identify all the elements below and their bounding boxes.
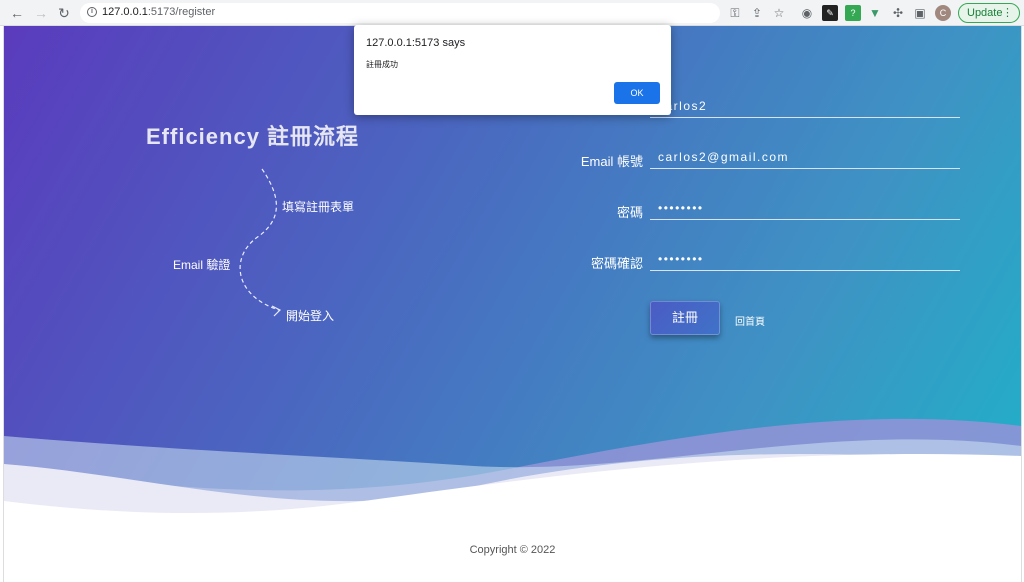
share-icon[interactable]: ⇪	[749, 5, 765, 21]
forward-icon[interactable]: →	[32, 4, 50, 22]
password-field[interactable]: ••••••••	[650, 196, 960, 220]
step-email-verify: Email 驗證	[173, 258, 231, 272]
email-label: Email 帳號	[580, 154, 643, 169]
extension-icon[interactable]: ?	[845, 5, 861, 21]
step-fill-form: 填寫註冊表單	[282, 200, 355, 214]
url-text: 127.0.0.1:5173/register	[102, 6, 216, 18]
home-link[interactable]: 回首頁	[735, 313, 765, 328]
browser-toolbar: ← → ↻ i 127.0.0.1:5173/register ⚿ ⇪ ☆ ◉ …	[0, 0, 1024, 26]
alert-dialog: 127.0.0.1:5173 says 註冊成功 OK	[354, 25, 671, 115]
ok-button[interactable]: OK	[614, 82, 660, 104]
password-label: 密碼	[616, 205, 643, 220]
puzzle-icon[interactable]: ✣	[890, 5, 906, 21]
dialog-title: 127.0.0.1:5173 says	[366, 37, 466, 49]
flow-path	[239, 168, 282, 317]
camera-icon[interactable]: ◉	[799, 5, 815, 21]
confirm-password-label: 密碼確認	[590, 256, 643, 271]
star-icon[interactable]: ☆	[771, 5, 787, 21]
confirm-password-field[interactable]: ••••••••	[650, 247, 960, 271]
dialog-message: 註冊成功	[366, 60, 398, 69]
username-field[interactable]: carlos2	[650, 94, 960, 118]
back-icon[interactable]: ←	[8, 4, 26, 22]
info-icon[interactable]: i	[87, 7, 97, 17]
step-start-login: 開始登入	[286, 309, 335, 323]
key-icon[interactable]: ⚿	[727, 5, 743, 21]
avatar[interactable]: C	[935, 5, 951, 21]
wave-decoration	[4, 418, 1021, 536]
extension-icon[interactable]: ✎	[822, 5, 838, 21]
vue-devtools-icon[interactable]: ▼	[867, 5, 883, 21]
sidepanel-icon[interactable]: ▣	[912, 5, 928, 21]
register-button[interactable]: 註冊	[650, 301, 720, 335]
address-bar[interactable]: i 127.0.0.1:5173/register	[80, 3, 720, 23]
copyright: Copyright © 2022	[469, 544, 556, 556]
update-button[interactable]: Update ⋮	[958, 3, 1020, 23]
email-field[interactable]: carlos2@gmail.com	[650, 145, 960, 169]
more-icon: ⋮	[1002, 7, 1013, 19]
reload-icon[interactable]: ↻	[55, 4, 73, 22]
